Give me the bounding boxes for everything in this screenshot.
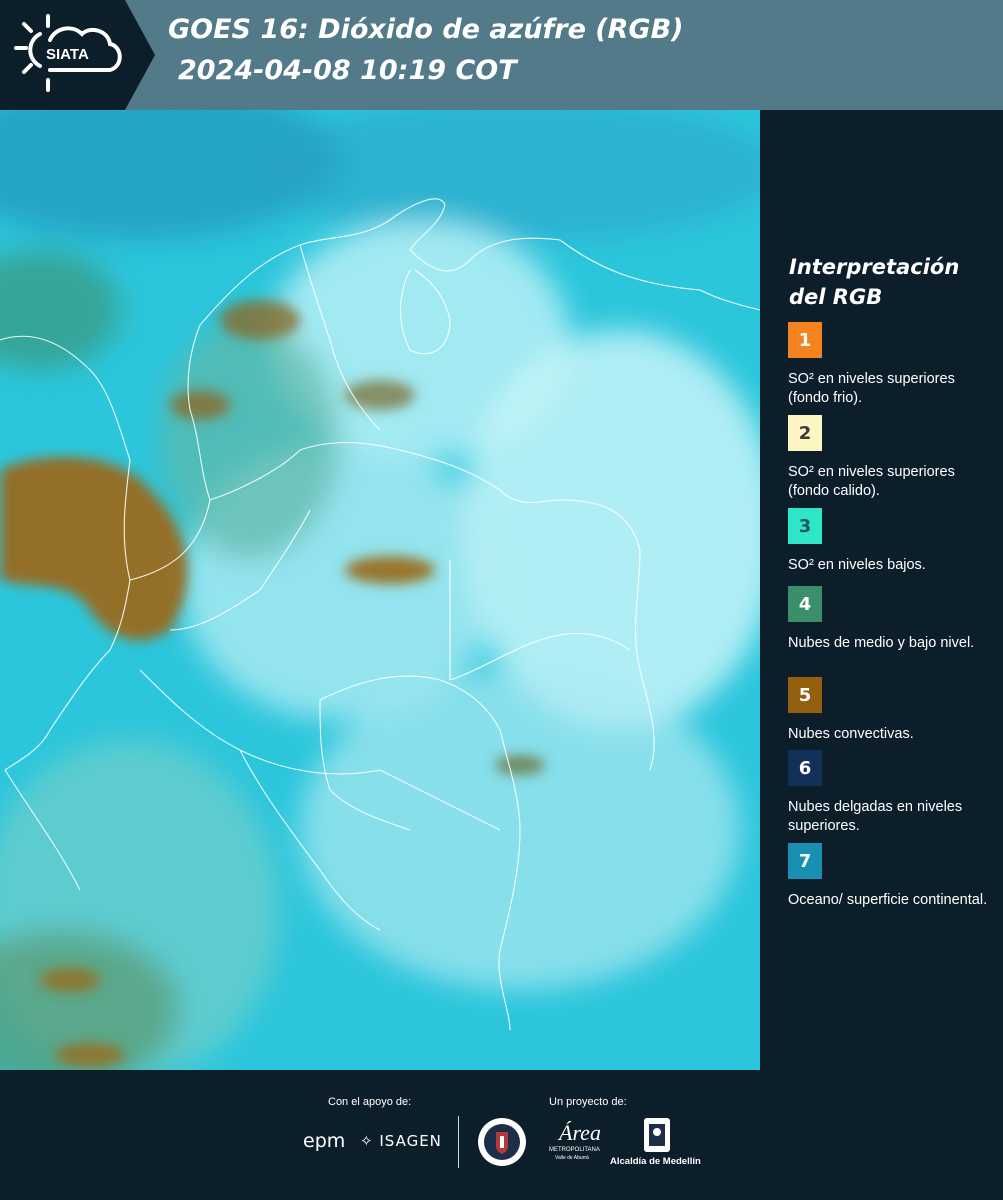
legend-swatch: 1 <box>788 322 822 358</box>
legend-item: 7 Oceano/ superficie continental. <box>788 843 998 910</box>
header-bar: SIATA GOES 16: Dióxido de azúfre (RGB) 2… <box>0 0 1003 110</box>
legend-label: SO² en niveles bajos. <box>788 557 926 573</box>
page-timestamp: 2024-04-08 10:19 COT <box>178 55 517 86</box>
support-label: Con el apoyo de: <box>328 1096 412 1108</box>
alcaldia-label: Alcaldía de Medellín <box>610 1156 701 1167</box>
legend-label: Oceano/ superficie continental. <box>788 892 988 908</box>
footer-divider <box>458 1116 459 1168</box>
footer: Con el apoyo de: Un proyecto de: epm ✧ I… <box>0 1070 1003 1200</box>
alcaldia-logo: Alcaldía de Medellín <box>610 1116 705 1170</box>
legend-item: 2 SO² en niveles superiores (fondo calido… <box>788 415 998 501</box>
legend-panel: Interpretación del RGB 1 SO² en niveles s… <box>760 110 1003 1070</box>
legend-swatch: 7 <box>788 843 822 879</box>
legend-label: SO² en niveles superiores (fondo frio). <box>788 371 955 406</box>
legend-swatch: 4 <box>788 586 822 622</box>
legend-item: 6 Nubes delgadas en niveles superiores. <box>788 750 998 836</box>
project-label: Un proyecto de: <box>549 1096 627 1108</box>
siata-logo: SIATA <box>0 0 155 110</box>
legend-label: Nubes delgadas en niveles superiores. <box>788 799 963 834</box>
area-logo-subtext: METROPOLITANA <box>549 1147 600 1153</box>
area-logo-text: Área <box>559 1120 601 1145</box>
isagen-icon: ✧ <box>360 1132 374 1150</box>
epm-logo: epm <box>303 1130 346 1152</box>
legend-label: Nubes convectivas. <box>788 726 914 742</box>
legend-label: Nubes de medio y bajo nivel. <box>788 635 975 651</box>
satellite-map <box>0 110 760 1070</box>
medellin-seal-icon <box>478 1118 526 1166</box>
isagen-label: ISAGEN <box>379 1132 442 1150</box>
legend-title: Interpretación del RGB <box>789 255 960 309</box>
legend-swatch: 6 <box>788 750 822 786</box>
page-title: GOES 16: Dióxido de azúfre (RGB) <box>168 14 684 45</box>
legend-swatch: 2 <box>788 415 822 451</box>
legend-item: 4 Nubes de medio y bajo nivel. <box>788 586 998 653</box>
logo-text: SIATA <box>46 46 89 63</box>
area-metropolitana-logo: Área METROPOLITANA Valle de Aburrá <box>549 1116 601 1168</box>
legend-swatch: 5 <box>788 677 822 713</box>
legend-label: SO² en niveles superiores (fondo calido)… <box>788 464 955 499</box>
legend-item: 1 SO² en niveles superiores (fondo frio). <box>788 322 998 408</box>
area-logo-subtext-2: Valle de Aburrá <box>555 1155 589 1161</box>
legend-item: 5 Nubes convectivas. <box>788 677 998 744</box>
alcaldia-shield-icon <box>644 1118 670 1152</box>
legend-swatch: 3 <box>788 508 822 544</box>
legend-item: 3 SO² en niveles bajos. <box>788 508 998 575</box>
isagen-logo: ✧ ISAGEN <box>360 1132 442 1150</box>
